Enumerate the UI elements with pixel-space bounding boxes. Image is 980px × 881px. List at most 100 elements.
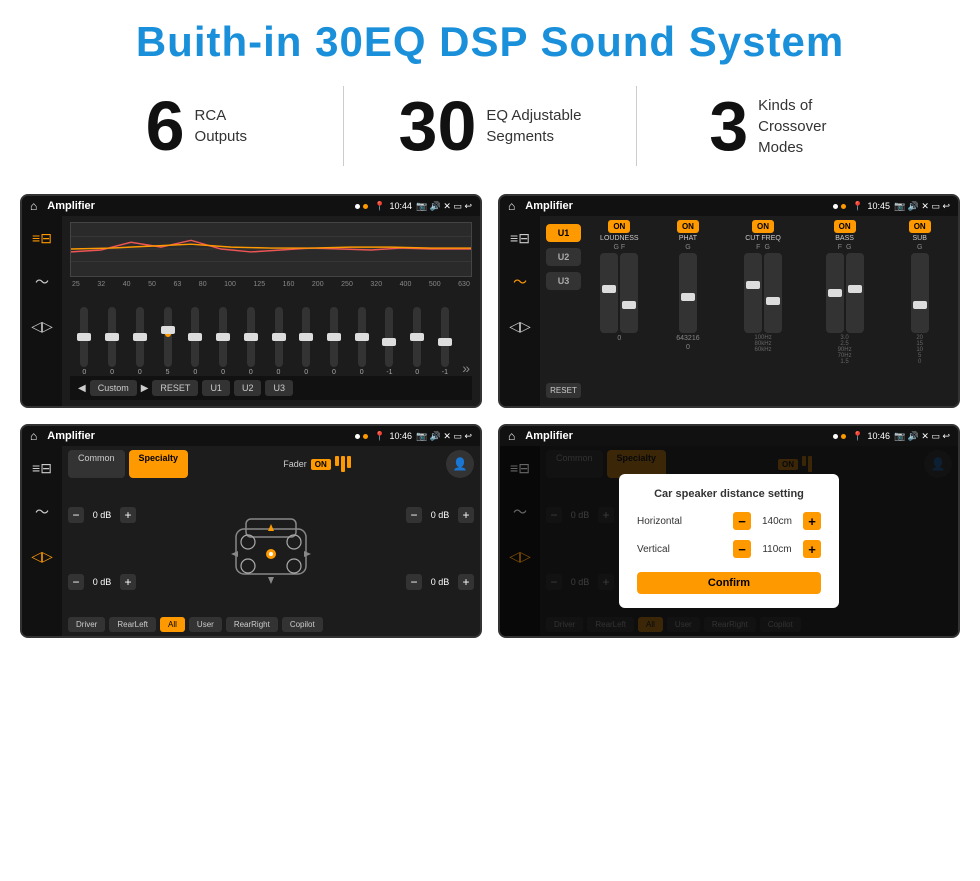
eq-status-icons: 📍 10:44 📷 🔊 ✕ ▭ ↩	[374, 201, 472, 212]
eq-slider-8[interactable]: 0	[294, 307, 319, 376]
horizontal-value-row: − 140cm +	[733, 512, 821, 530]
fader-all-btn[interactable]: All	[160, 617, 185, 632]
eq-slider-11[interactable]: -1	[377, 307, 402, 376]
fader-on-badge[interactable]: ON	[311, 459, 331, 470]
wave-icon[interactable]: 〜	[28, 268, 56, 296]
eq-icon-2[interactable]: ≡⊟	[506, 224, 534, 252]
horizontal-minus-btn[interactable]: −	[733, 512, 751, 530]
eq-slider-13[interactable]: -1	[433, 307, 458, 376]
cutfreq-f-slider[interactable]	[744, 253, 762, 333]
page-header: Buith-in 30EQ DSP Sound System	[0, 0, 980, 76]
wave-icon-3[interactable]: 〜	[28, 498, 56, 526]
eq-u1-btn[interactable]: U1	[202, 380, 230, 396]
fader-plus-1[interactable]: +	[120, 574, 136, 590]
eq-slider-7[interactable]: 0	[266, 307, 291, 376]
eq-slider-1[interactable]: 0	[100, 307, 125, 376]
fader-plus-2[interactable]: +	[458, 507, 474, 523]
vertical-plus-btn[interactable]: +	[803, 540, 821, 558]
home-icon-2[interactable]: ⌂	[508, 199, 515, 213]
fader-minus-2[interactable]: −	[406, 507, 422, 523]
eq-icon-3[interactable]: ≡⊟	[28, 454, 56, 482]
phat-label: PHAT	[679, 235, 697, 242]
cutfreq-g-slider[interactable]	[764, 253, 782, 333]
loudness-on-btn[interactable]: ON	[608, 220, 630, 233]
eq-slider-3[interactable]: 5	[155, 307, 180, 376]
fader-status-bar: ⌂ Amplifier 📍 10:46 📷 🔊 ✕ ▭ ↩	[22, 426, 480, 446]
cutfreq-sliders	[744, 253, 782, 333]
loudness-f-slider[interactable]	[620, 253, 638, 333]
eq-icon[interactable]: ≡⊟	[28, 224, 56, 252]
fader-minus-0[interactable]: −	[68, 507, 84, 523]
fader-left-controls: − 0 dB + − 0 dB +	[68, 484, 136, 613]
eq-u3-btn[interactable]: U3	[265, 380, 293, 396]
preset-u2[interactable]: U2	[546, 248, 581, 266]
volume-icon-3[interactable]: ◁▷	[28, 542, 56, 570]
volume-icon-2[interactable]: ◁▷	[506, 312, 534, 340]
fader-minus-1[interactable]: −	[68, 574, 84, 590]
eq-slider-9[interactable]: 0	[322, 307, 347, 376]
eq-u2-btn[interactable]: U2	[234, 380, 262, 396]
eq-slider-5[interactable]: 0	[211, 307, 236, 376]
cutfreq-label: CUT FREQ	[745, 235, 781, 242]
phat-on-btn[interactable]: ON	[677, 220, 699, 233]
volume-icon[interactable]: ◁▷	[28, 312, 56, 340]
fader-copilot-btn[interactable]: Copilot	[282, 617, 323, 632]
next-icon[interactable]: ▶	[141, 383, 149, 394]
eq-slider-2[interactable]: 0	[127, 307, 152, 376]
wave-icon-2[interactable]: 〜	[506, 268, 534, 296]
horizontal-plus-btn[interactable]: +	[803, 512, 821, 530]
fader-minus-3[interactable]: −	[406, 574, 422, 590]
fader-driver-btn[interactable]: Driver	[68, 617, 105, 632]
eq-slider-12[interactable]: 0	[405, 307, 430, 376]
stats-row: 6 RCAOutputs 30 EQ AdjustableSegments 3 …	[0, 76, 980, 184]
eq-slider-10[interactable]: 0	[349, 307, 374, 376]
dialog-title: Car speaker distance setting	[637, 488, 821, 500]
loudness-g-slider[interactable]	[600, 253, 618, 333]
preset-u1[interactable]: U1	[546, 224, 581, 242]
crossover-reset-btn[interactable]: RESET	[546, 383, 581, 398]
bass-fg: FG	[838, 244, 852, 251]
fbar2	[341, 456, 345, 472]
eq-custom-btn[interactable]: Custom	[90, 380, 137, 396]
bass-f-slider[interactable]	[826, 253, 844, 333]
eq-app-name: Amplifier	[47, 200, 349, 212]
dialog-horizontal-row: Horizontal − 140cm +	[637, 512, 821, 530]
bass-sliders	[826, 253, 864, 333]
fader-user-icon-btn[interactable]: 👤	[446, 450, 474, 478]
home-icon-3[interactable]: ⌂	[30, 429, 37, 443]
fader-tab-common[interactable]: Common	[68, 450, 125, 478]
loudness-label: LOUDNESS	[600, 235, 639, 242]
cutfreq-col: ON CUT FREQ FG 100Hz80kHz60kH	[724, 220, 802, 402]
fader-user-btn[interactable]: User	[189, 617, 222, 632]
vertical-minus-btn[interactable]: −	[733, 540, 751, 558]
fader-label: Fader	[283, 459, 307, 469]
fader-rearleft-btn[interactable]: RearLeft	[109, 617, 156, 632]
bass-g-slider[interactable]	[846, 253, 864, 333]
loudness-val: 0	[617, 335, 621, 342]
eq-slider-4[interactable]: 0	[183, 307, 208, 376]
crossover-sliders-area: ON LOUDNESS GF 0	[587, 220, 952, 402]
home-icon-4[interactable]: ⌂	[508, 429, 515, 443]
bass-vals: 3.02.590Hz70Hz1.5	[838, 335, 852, 365]
eq-reset-btn[interactable]: RESET	[152, 380, 198, 396]
fader-plus-0[interactable]: +	[120, 507, 136, 523]
expand-icon[interactable]: »	[460, 360, 470, 376]
preset-u3[interactable]: U3	[546, 272, 581, 290]
distance-status-dots	[833, 434, 846, 439]
eq-slider-0[interactable]: 0	[72, 307, 97, 376]
confirm-button[interactable]: Confirm	[637, 572, 821, 594]
sub-on-btn[interactable]: ON	[909, 220, 931, 233]
sub-slider[interactable]	[911, 253, 929, 333]
fader-rearright-btn[interactable]: RearRight	[226, 617, 278, 632]
prev-icon[interactable]: ◀	[78, 383, 86, 394]
phat-slider[interactable]	[679, 253, 697, 333]
bass-on-btn[interactable]: ON	[834, 220, 856, 233]
home-icon[interactable]: ⌂	[30, 199, 37, 213]
fader-plus-3[interactable]: +	[458, 574, 474, 590]
stat-crossover-number: 3	[709, 91, 748, 161]
fader-tab-specialty[interactable]: Specialty	[129, 450, 189, 478]
distance-app-name: Amplifier	[525, 430, 827, 442]
cutfreq-on-btn[interactable]: ON	[752, 220, 774, 233]
vertical-value: 110cm	[757, 544, 797, 555]
eq-slider-6[interactable]: 0	[238, 307, 263, 376]
